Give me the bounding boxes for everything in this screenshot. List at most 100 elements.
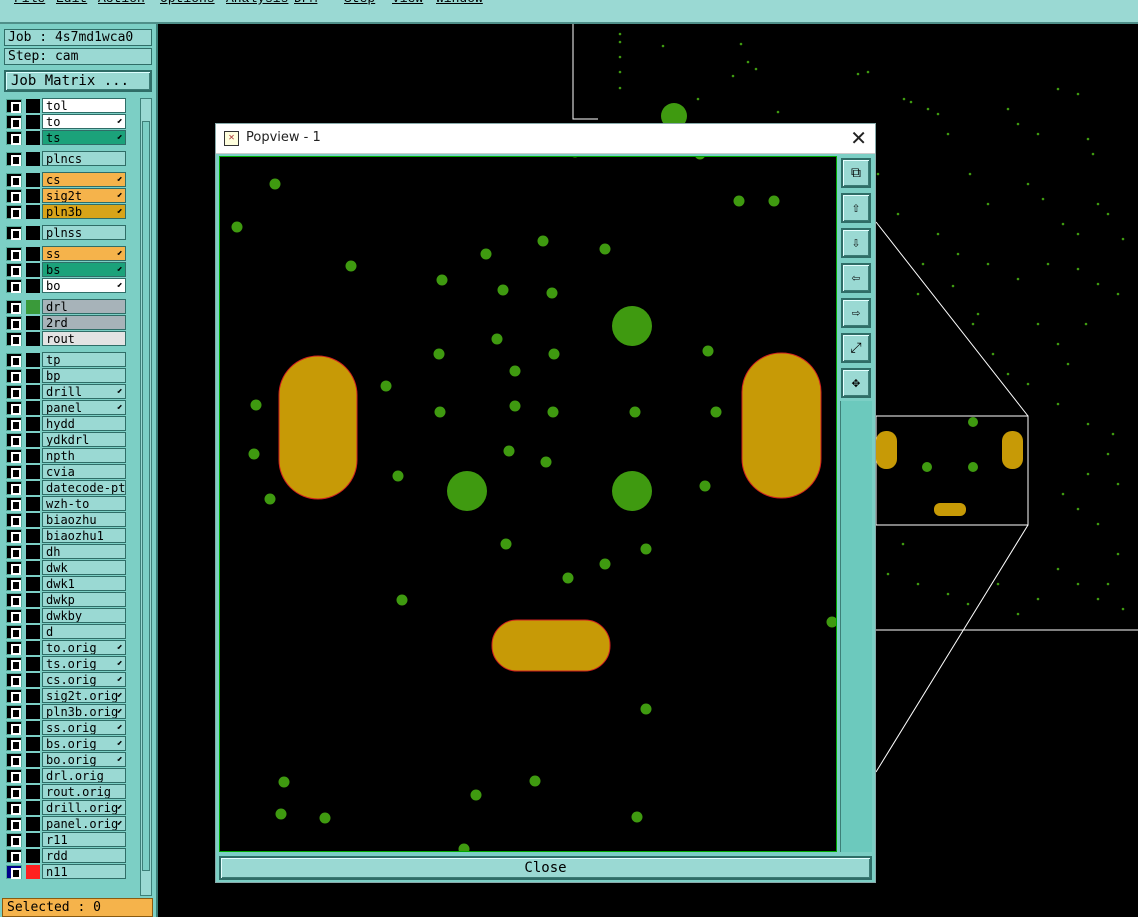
layer-color-swatch[interactable] <box>26 369 40 383</box>
layer-row-drill[interactable]: drill ⬋ <box>4 384 126 400</box>
layer-row-panel-orig[interactable]: panel.orig ⬋ <box>4 816 126 832</box>
layer-color-swatch[interactable] <box>26 721 40 735</box>
popview-canvas[interactable] <box>219 156 837 852</box>
zoom-fit-icon[interactable]: ⤢ <box>841 333 871 363</box>
layer-row-npth[interactable]: npth <box>4 448 126 464</box>
layer-row-cs-orig[interactable]: cs.orig ⬋ <box>4 672 126 688</box>
scrollbar-thumb[interactable] <box>142 121 150 871</box>
layer-row-drl[interactable]: drl <box>4 299 126 315</box>
layer-checkbox[interactable] <box>6 401 22 415</box>
layer-row-bo[interactable]: bo ⬋ <box>4 278 126 294</box>
layer-checkbox[interactable] <box>6 865 22 879</box>
popview-titlebar[interactable]: ✕ Popview - 1 ✕ <box>216 124 875 154</box>
layer-row-dwkby[interactable]: dwkby <box>4 608 126 624</box>
layer-name[interactable]: bo.orig ⬋ <box>42 752 126 767</box>
pan-right-icon[interactable]: ⇨ <box>841 298 871 328</box>
pan-down-icon[interactable]: ⇩ <box>841 228 871 258</box>
menu-item-options[interactable]: Options <box>160 0 215 6</box>
layer-row-2rd[interactable]: 2rd <box>4 315 126 331</box>
layer-row-n11[interactable]: n11 <box>4 864 126 880</box>
layer-color-swatch[interactable] <box>26 385 40 399</box>
layer-row-ss-orig[interactable]: ss.orig ⬋ <box>4 720 126 736</box>
layer-row-panel[interactable]: panel ⬋ <box>4 400 126 416</box>
close-icon[interactable]: ✕ <box>850 126 867 150</box>
layer-name[interactable]: 2rd <box>42 315 126 330</box>
layer-row-rout-orig[interactable]: rout.orig <box>4 784 126 800</box>
layer-name[interactable]: ss.orig ⬋ <box>42 720 126 735</box>
layer-name[interactable]: pln3b ⬋ <box>42 204 126 219</box>
pan-left-icon[interactable]: ⇦ <box>841 263 871 293</box>
layer-checkbox[interactable] <box>6 300 22 314</box>
layer-color-swatch[interactable] <box>26 817 40 831</box>
layer-name[interactable]: wzh-to <box>42 496 126 511</box>
layer-checkbox[interactable] <box>6 529 22 543</box>
menu-item-action[interactable]: Action <box>98 0 145 6</box>
layer-name[interactable]: drl <box>42 299 126 314</box>
layer-row-rdd[interactable]: rdd <box>4 848 126 864</box>
close-button[interactable]: Close <box>219 856 872 880</box>
layer-name[interactable]: plncs <box>42 151 126 166</box>
layer-color-swatch[interactable] <box>26 785 40 799</box>
layer-color-swatch[interactable] <box>26 625 40 639</box>
layer-checkbox[interactable] <box>6 465 22 479</box>
layer-row-ts-orig[interactable]: ts.orig ⬋ <box>4 656 126 672</box>
layer-name[interactable]: bp <box>42 368 126 383</box>
layer-checkbox[interactable] <box>6 263 22 277</box>
layer-row-wzh-to[interactable]: wzh-to <box>4 496 126 512</box>
layer-checkbox[interactable] <box>6 705 22 719</box>
layer-color-swatch[interactable] <box>26 279 40 293</box>
copy-view-icon[interactable]: ⧉ <box>841 158 871 188</box>
layer-color-swatch[interactable] <box>26 173 40 187</box>
layer-name[interactable]: tol <box>42 98 126 113</box>
layer-name[interactable]: plnss <box>42 225 126 240</box>
layer-color-swatch[interactable] <box>26 609 40 623</box>
layer-name[interactable]: r11 <box>42 832 126 847</box>
layer-color-swatch[interactable] <box>26 263 40 277</box>
layer-color-swatch[interactable] <box>26 561 40 575</box>
layer-name[interactable]: bs ⬋ <box>42 262 126 277</box>
layer-name[interactable]: tp <box>42 352 126 367</box>
layer-checkbox[interactable] <box>6 801 22 815</box>
layer-row-plnss[interactable]: plnss <box>4 225 126 241</box>
menu-item-edit[interactable]: Edit <box>56 0 87 6</box>
layer-color-swatch[interactable] <box>26 205 40 219</box>
layer-checkbox[interactable] <box>6 247 22 261</box>
layer-name[interactable]: dwk <box>42 560 126 575</box>
layer-checkbox[interactable] <box>6 737 22 751</box>
layer-color-swatch[interactable] <box>26 641 40 655</box>
layer-name[interactable]: cvia <box>42 464 126 479</box>
layer-name[interactable]: sig2t ⬋ <box>42 188 126 203</box>
layer-name[interactable]: panel.orig ⬋ <box>42 816 126 831</box>
layer-checkbox[interactable] <box>6 785 22 799</box>
layer-checkbox[interactable] <box>6 99 22 113</box>
layer-color-swatch[interactable] <box>26 673 40 687</box>
layer-checkbox[interactable] <box>6 131 22 145</box>
layer-checkbox[interactable] <box>6 625 22 639</box>
menu-item-view[interactable]: View <box>392 0 423 6</box>
layer-checkbox[interactable] <box>6 279 22 293</box>
layer-name[interactable]: dwkp <box>42 592 126 607</box>
menu-item-step[interactable]: Step <box>344 0 375 6</box>
job-matrix-button[interactable]: Job Matrix ... <box>4 70 152 92</box>
layer-color-swatch[interactable] <box>26 401 40 415</box>
menu-item-window[interactable]: Window <box>436 0 483 6</box>
layer-color-swatch[interactable] <box>26 545 40 559</box>
layer-row-dwk1[interactable]: dwk1 <box>4 576 126 592</box>
layer-checkbox[interactable] <box>6 561 22 575</box>
layer-name[interactable]: to ⬋ <box>42 114 126 129</box>
layer-checkbox[interactable] <box>6 609 22 623</box>
layer-color-swatch[interactable] <box>26 332 40 346</box>
layer-checkbox[interactable] <box>6 641 22 655</box>
layer-color-swatch[interactable] <box>26 769 40 783</box>
layer-color-swatch[interactable] <box>26 865 40 879</box>
layer-name[interactable]: n11 <box>42 864 126 879</box>
layer-name[interactable]: dh <box>42 544 126 559</box>
layer-checkbox[interactable] <box>6 545 22 559</box>
layer-color-swatch[interactable] <box>26 529 40 543</box>
layer-name[interactable]: ydkdrl <box>42 432 126 447</box>
layer-checkbox[interactable] <box>6 689 22 703</box>
layer-name[interactable]: biaozhu <box>42 512 126 527</box>
layer-color-swatch[interactable] <box>26 593 40 607</box>
layer-color-swatch[interactable] <box>26 131 40 145</box>
layer-color-swatch[interactable] <box>26 577 40 591</box>
